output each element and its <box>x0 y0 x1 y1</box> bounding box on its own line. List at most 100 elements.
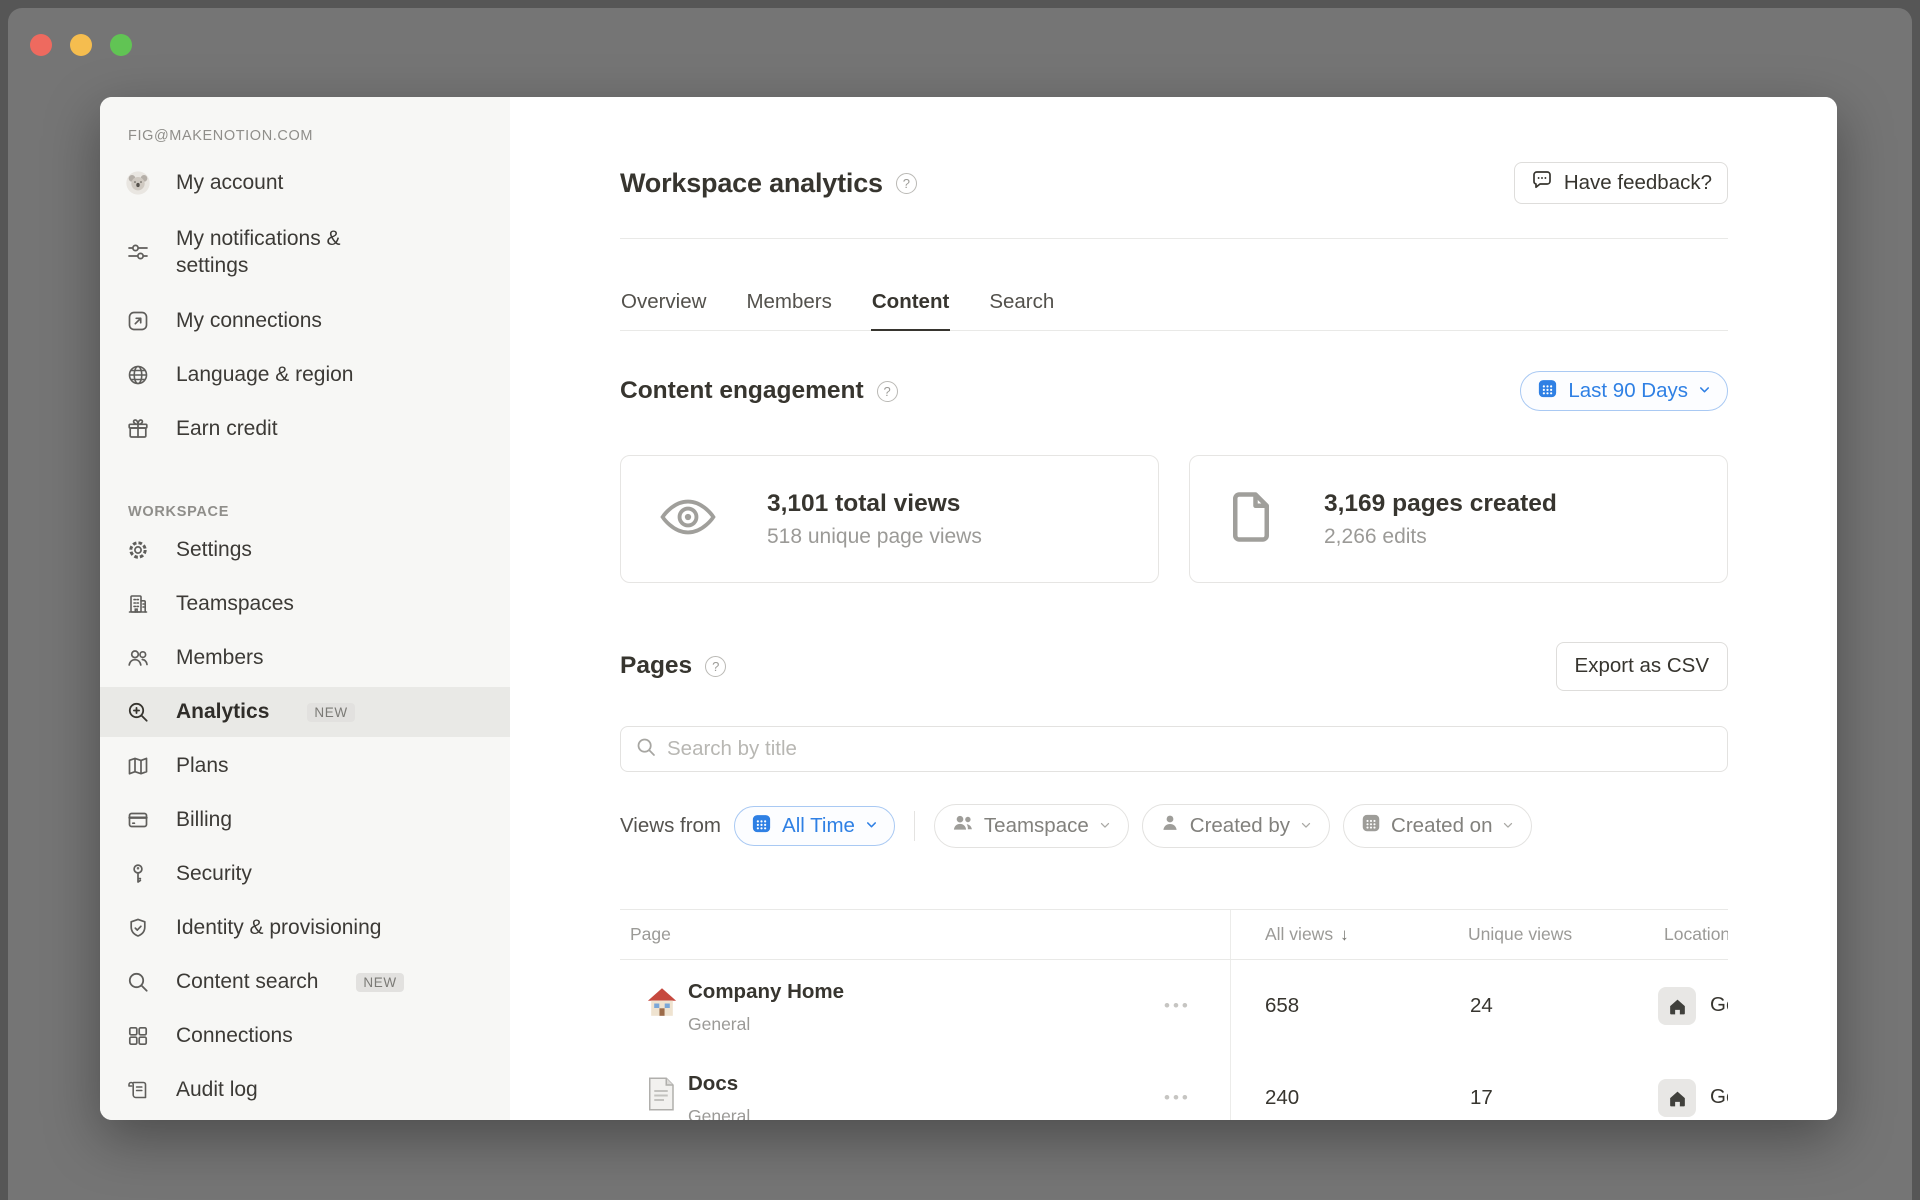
workspace-section-label: WORKSPACE <box>128 499 510 525</box>
window-controls <box>30 34 132 56</box>
pages-created-card: 3,169 pages created 2,266 edits <box>1189 455 1728 583</box>
pages-heading: Pages <box>620 652 692 680</box>
row-menu-icon[interactable] <box>1164 1088 1191 1108</box>
sliders-icon <box>126 240 150 264</box>
pages-table: Page All views Unique views Location <box>620 909 1728 1120</box>
calendar-icon <box>1360 812 1382 840</box>
column-header-page: Page <box>630 910 671 959</box>
teamspace-filter-label: Teamspace <box>984 814 1089 838</box>
views-range-dropdown[interactable]: All Time <box>734 806 895 846</box>
gear-icon <box>126 538 150 562</box>
minimize-button[interactable] <box>70 34 92 56</box>
sidebar-item-language-region[interactable]: Language & region <box>100 350 510 400</box>
calendar-icon <box>1536 377 1559 406</box>
key-icon <box>126 862 150 886</box>
have-feedback-button[interactable]: Have feedback? <box>1514 162 1728 204</box>
search-by-title-box <box>620 726 1728 772</box>
date-range-dropdown[interactable]: Last 90 Days <box>1520 371 1728 411</box>
account-email-label: FIG@MAKENOTION.COM <box>128 123 510 149</box>
shield-check-icon <box>126 916 150 940</box>
total-views-card: 3,101 total views 518 unique page views <box>620 455 1159 583</box>
grid-icon <box>126 1024 150 1048</box>
zoom-button[interactable] <box>110 34 132 56</box>
settings-modal: FIG@MAKENOTION.COM My account My notific… <box>100 97 1837 1120</box>
building-icon <box>126 592 150 616</box>
arrow-up-right-box-icon <box>126 309 150 333</box>
location-cell: General <box>1710 993 1728 1017</box>
tab-search[interactable]: Search <box>988 273 1055 330</box>
views-range-label: All Time <box>782 814 855 838</box>
new-badge: NEW <box>356 973 403 992</box>
map-icon <box>126 754 150 778</box>
help-icon[interactable] <box>705 656 726 677</box>
all-views-cell: 658 <box>1265 994 1299 1018</box>
search-icon <box>126 970 150 994</box>
file-icon <box>1228 490 1274 549</box>
tab-content[interactable]: Content <box>871 273 950 330</box>
row-menu-icon[interactable] <box>1164 996 1191 1016</box>
column-header-all-views[interactable]: All views <box>1265 910 1349 959</box>
location-cell: General <box>1710 1085 1728 1109</box>
created-on-filter[interactable]: Created on <box>1343 804 1532 848</box>
sidebar-item-members[interactable]: Members <box>100 633 510 683</box>
unique-views-subtitle: 518 unique page views <box>767 525 982 549</box>
sidebar-item-teamspaces[interactable]: Teamspaces <box>100 579 510 629</box>
sidebar-item-audit-log[interactable]: Audit log <box>100 1065 510 1115</box>
sidebar-item-identity-provisioning[interactable]: Identity & provisioning <box>100 903 510 953</box>
sidebar-item-label: My connections <box>176 307 322 334</box>
export-csv-label: Export as CSV <box>1575 654 1709 678</box>
sidebar-item-label: Earn credit <box>176 415 278 442</box>
help-icon[interactable] <box>896 173 917 194</box>
chevron-down-icon <box>1697 379 1712 403</box>
sidebar-item-label: Security <box>176 860 252 887</box>
settings-main: Workspace analytics Have feedback? Overv… <box>510 97 1837 1120</box>
created-by-filter-label: Created by <box>1190 814 1290 838</box>
sidebar-item-label: Identity & provisioning <box>176 914 381 941</box>
teamspace-filter[interactable]: Teamspace <box>934 804 1129 848</box>
all-views-cell: 240 <box>1265 1086 1299 1110</box>
sidebar-item-plans[interactable]: Plans <box>100 741 510 791</box>
sidebar-item-label: My account <box>176 169 283 196</box>
created-by-filter[interactable]: Created by <box>1142 804 1330 848</box>
views-from-label: Views from <box>620 814 721 838</box>
tab-members[interactable]: Members <box>745 273 832 330</box>
sidebar-item-label: My notifications & settings <box>176 225 381 280</box>
sidebar-item-my-connections[interactable]: My connections <box>100 296 510 346</box>
close-button[interactable] <box>30 34 52 56</box>
globe-icon <box>126 363 150 387</box>
sidebar-item-security[interactable]: Security <box>100 849 510 899</box>
sidebar-item-notifications-settings[interactable]: My notifications & settings <box>100 212 510 292</box>
sidebar-item-connections[interactable]: Connections <box>100 1011 510 1061</box>
sidebar-item-settings[interactable]: Settings <box>100 525 510 575</box>
table-row[interactable]: Company Home General 658 24 General <box>620 960 1728 1052</box>
sidebar-item-label: Analytics <box>176 698 269 725</box>
gift-icon <box>126 417 150 441</box>
page-subtitle-cell: General <box>688 1106 750 1120</box>
page-title: Workspace analytics <box>620 168 883 199</box>
sidebar-item-analytics[interactable]: Analytics NEW <box>100 687 510 737</box>
help-icon[interactable] <box>877 381 898 402</box>
sort-desc-icon <box>1340 925 1349 945</box>
feedback-bubble-icon <box>1530 168 1554 198</box>
export-csv-button[interactable]: Export as CSV <box>1556 642 1728 691</box>
new-badge: NEW <box>307 703 354 722</box>
analytics-tabs: Overview Members Content Search <box>620 273 1728 331</box>
created-on-filter-label: Created on <box>1391 814 1492 838</box>
search-icon <box>635 736 657 763</box>
sidebar-item-earn-credit[interactable]: Earn credit <box>100 404 510 454</box>
sidebar-item-my-account[interactable]: My account <box>100 158 510 208</box>
unique-views-cell: 24 <box>1470 994 1493 1018</box>
app-window: FIG@MAKENOTION.COM My account My notific… <box>8 8 1912 1200</box>
column-header-location: Location <box>1664 910 1728 959</box>
sidebar-item-label: Content search <box>176 968 318 995</box>
sidebar-item-content-search[interactable]: Content search NEW <box>100 957 510 1007</box>
search-by-title-input[interactable] <box>667 737 1713 761</box>
tab-overview[interactable]: Overview <box>620 273 707 330</box>
unique-views-cell: 17 <box>1470 1086 1493 1110</box>
page-subtitle-cell: General <box>688 1014 750 1035</box>
table-row[interactable]: Docs General 240 17 General <box>620 1052 1728 1120</box>
column-header-unique-views[interactable]: Unique views <box>1468 910 1572 959</box>
sidebar-item-billing[interactable]: Billing <box>100 795 510 845</box>
sidebar-item-label: Teamspaces <box>176 590 294 617</box>
people-icon <box>951 811 975 841</box>
